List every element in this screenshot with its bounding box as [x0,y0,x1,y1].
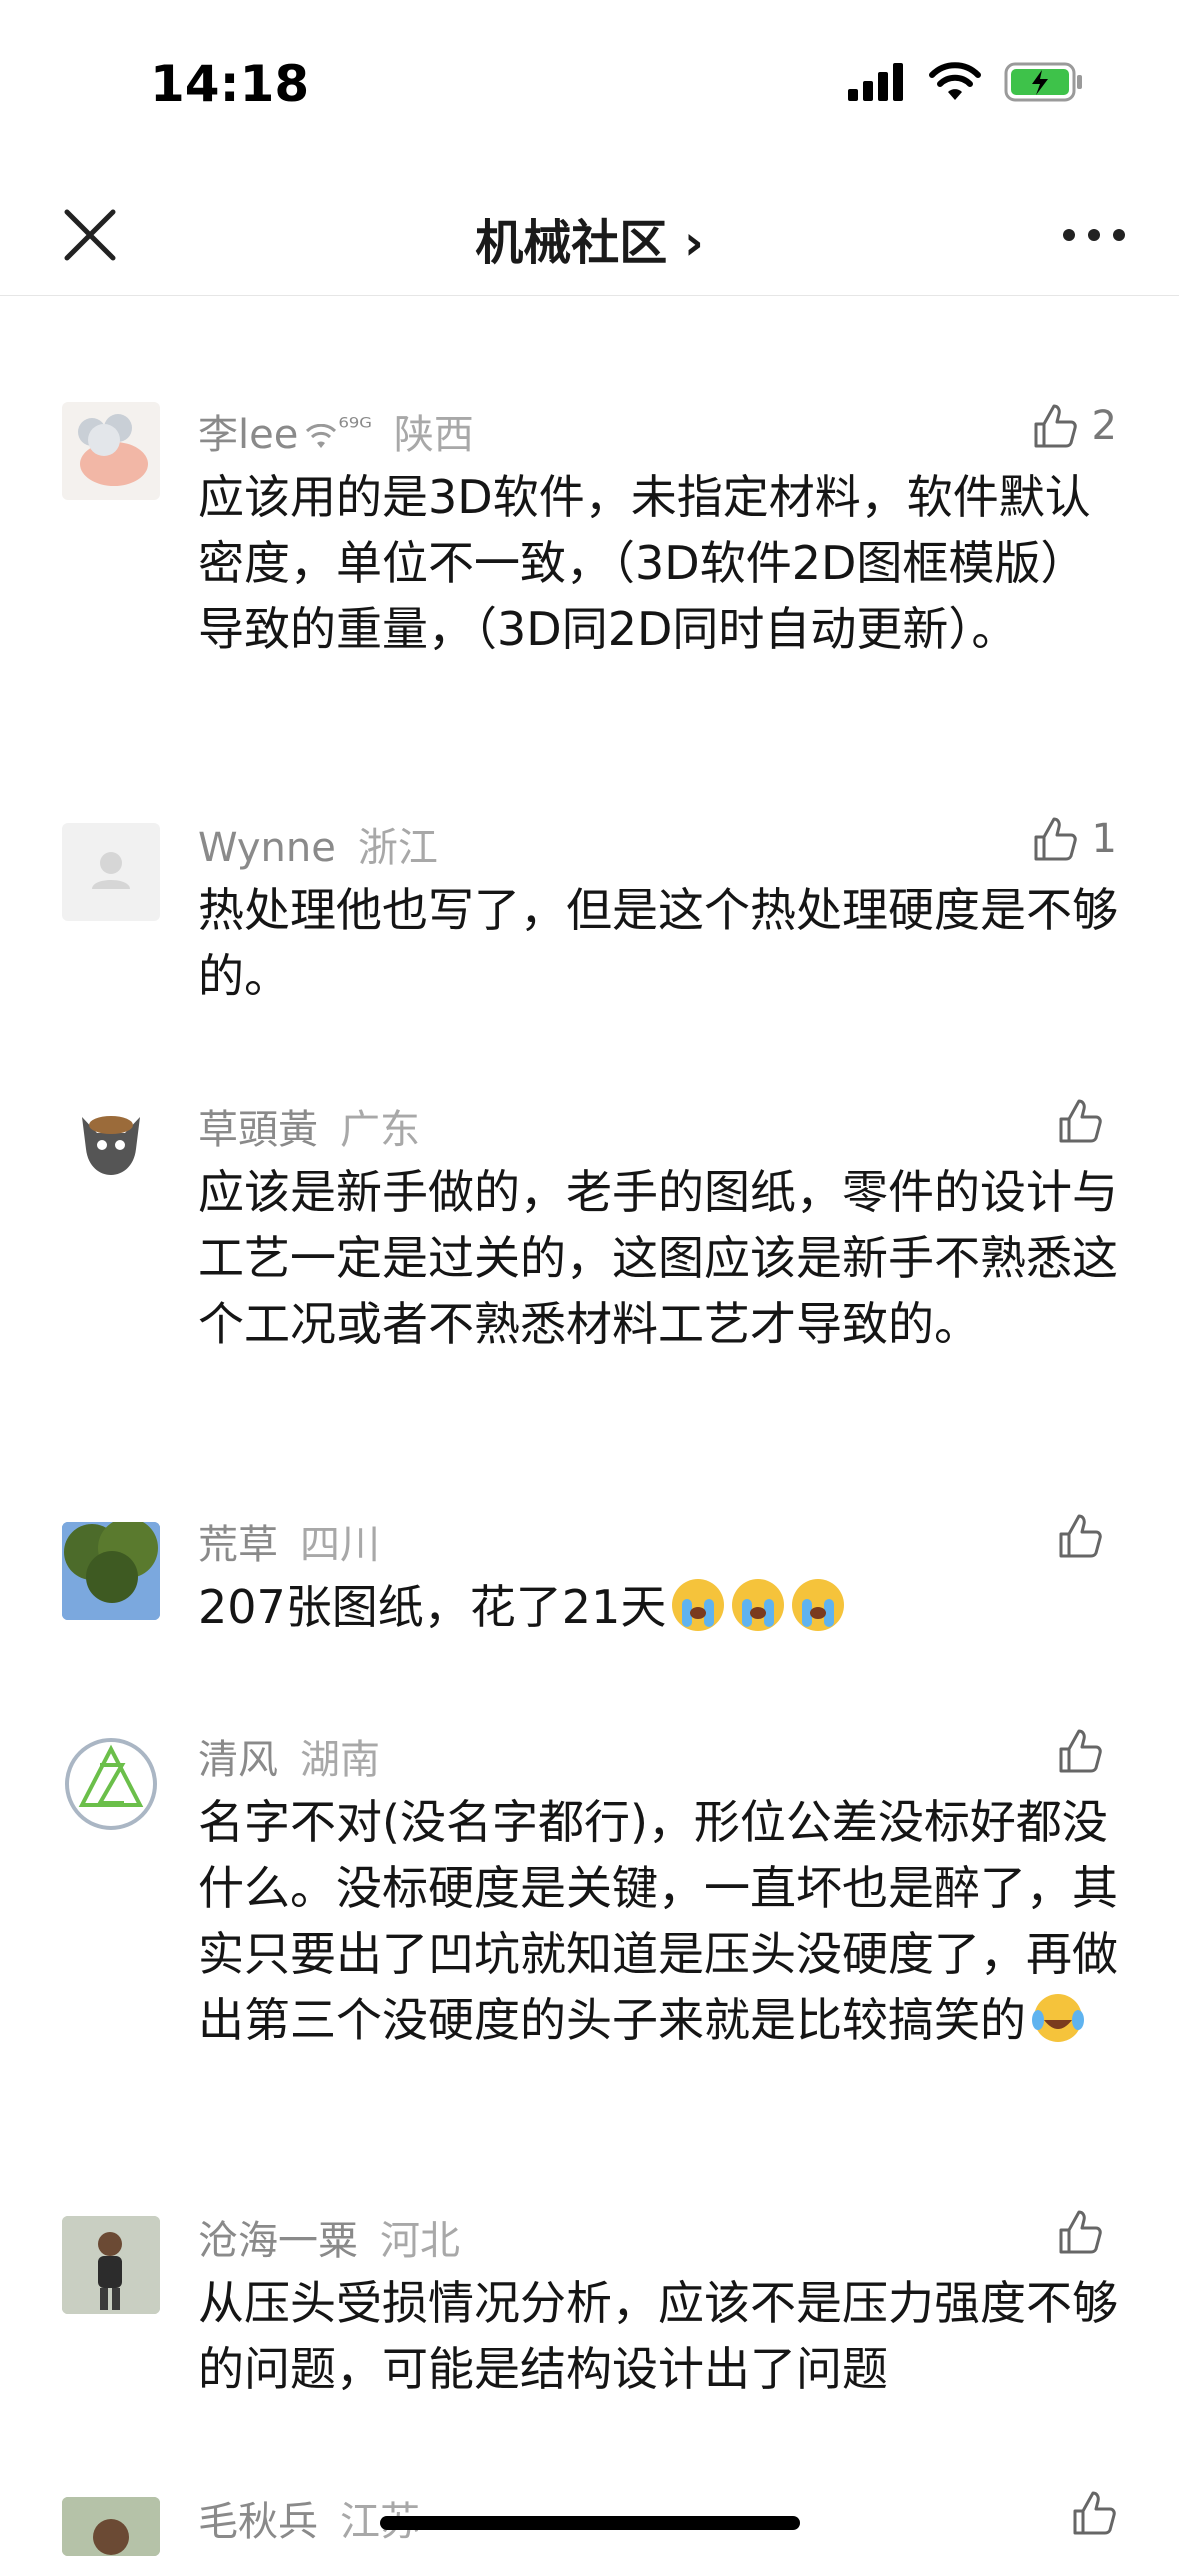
tears-of-joy-emoji [1032,1994,1084,2042]
username[interactable]: 沧海一粟 [198,2218,358,2264]
avatar[interactable] [62,1522,160,1620]
thumbs-up-icon [1059,2210,1102,2254]
comment-text-row: 207张图纸，花了21天 [198,1574,1118,1640]
wifi-icon [306,423,337,448]
comment-meta: 清风 湖南 [198,1727,380,1785]
username[interactable]: 李lee [198,412,298,458]
username[interactable]: 荒草 [198,1522,278,1568]
comment-text: 207张图纸，花了21天 [198,1580,667,1634]
thumbs-up-icon [1059,1729,1102,1773]
status-time: 14:18 [150,55,310,113]
like-button[interactable]: 1 [1030,815,1117,863]
avatar[interactable] [62,402,160,500]
comment-text: 从压头受损情况分析，应该不是压力强度不够的问题，可能是结构设计出了问题 [198,2276,1118,2396]
comment-meta: 荒草 四川 [198,1512,380,1570]
location: 陕西 [393,412,474,458]
like-button[interactable] [1069,2489,1117,2537]
like-button[interactable]: 2 [1030,402,1117,450]
like-count: 2 [1091,403,1117,449]
wifi-icon [929,62,981,100]
location: 广东 [340,1107,420,1153]
thumbs-up-icon [1073,2491,1116,2535]
home-indicator[interactable] [380,2516,800,2530]
avatar[interactable] [62,1097,160,1195]
like-button[interactable] [1055,1097,1117,1145]
avatar[interactable] [62,2497,160,2556]
status-bar: 14:18 [0,0,1179,175]
avatar[interactable] [62,2216,160,2314]
loudly-crying-face-emoji [792,1579,845,1631]
thumbs-up-icon [1059,1514,1102,1558]
like-button[interactable] [1055,1727,1117,1775]
comment-meta: Wynne 浙江 [198,815,438,873]
page-title[interactable]: 机械社区 › [0,203,1179,273]
thumbs-up-icon [1034,817,1077,861]
username[interactable]: Wynne [198,825,336,871]
like-button[interactable] [1055,2208,1117,2256]
cellular-signal-icon [848,63,903,101]
thumbs-up-icon [1034,404,1077,448]
comment-text: 热处理他也写了，但是这个热处理硬度是不够的。 [198,883,1118,1003]
location: 四川 [300,1522,380,1568]
default-avatar-icon[interactable] [62,823,160,921]
battery-charging-icon [1004,62,1082,102]
like-button[interactable] [1055,1512,1117,1560]
nav-bar: 机械社区 › [0,175,1179,296]
location: 河北 [380,2218,460,2264]
comment-text: 名字不对(没名字都行)，形位公差没标好都没什么。没标硬度是关键，一直坏也是醉了，… [198,1795,1118,2047]
loudly-crying-face-emoji [732,1579,785,1631]
location: 湖南 [300,1737,380,1783]
comment-meta: 草頭黃 广东 [198,1097,420,1155]
comment-meta: 李lee ⁶⁹ᴳ 陕西 [198,402,474,460]
loudly-crying-face-emoji [672,1579,725,1631]
thumbs-up-icon [1059,1099,1102,1143]
comment-text: 应该是新手做的，老手的图纸，零件的设计与工艺一定是过关的，这图应该是新手不熟悉这… [198,1165,1118,1351]
username[interactable]: 清风 [198,1737,278,1783]
comment-text-row: 名字不对(没名字都行)，形位公差没标好都没什么。没标硬度是关键，一直坏也是醉了，… [198,1789,1118,2053]
avatar[interactable] [62,1735,160,1833]
location: 浙江 [357,825,438,871]
comment-meta: 沧海一粟 河北 [198,2208,460,2266]
username[interactable]: 毛秋兵 [198,2499,318,2545]
status-icons [848,62,1084,102]
comment-text: 应该用的是3D软件，未指定材料，软件默认密度，单位不一致，（3D软件2D图框模版… [198,470,1091,656]
username[interactable]: 草頭黃 [198,1107,318,1153]
like-count: 1 [1091,816,1117,862]
more-icon[interactable] [1059,215,1129,255]
network-label: ⁶⁹ᴳ [338,413,372,443]
